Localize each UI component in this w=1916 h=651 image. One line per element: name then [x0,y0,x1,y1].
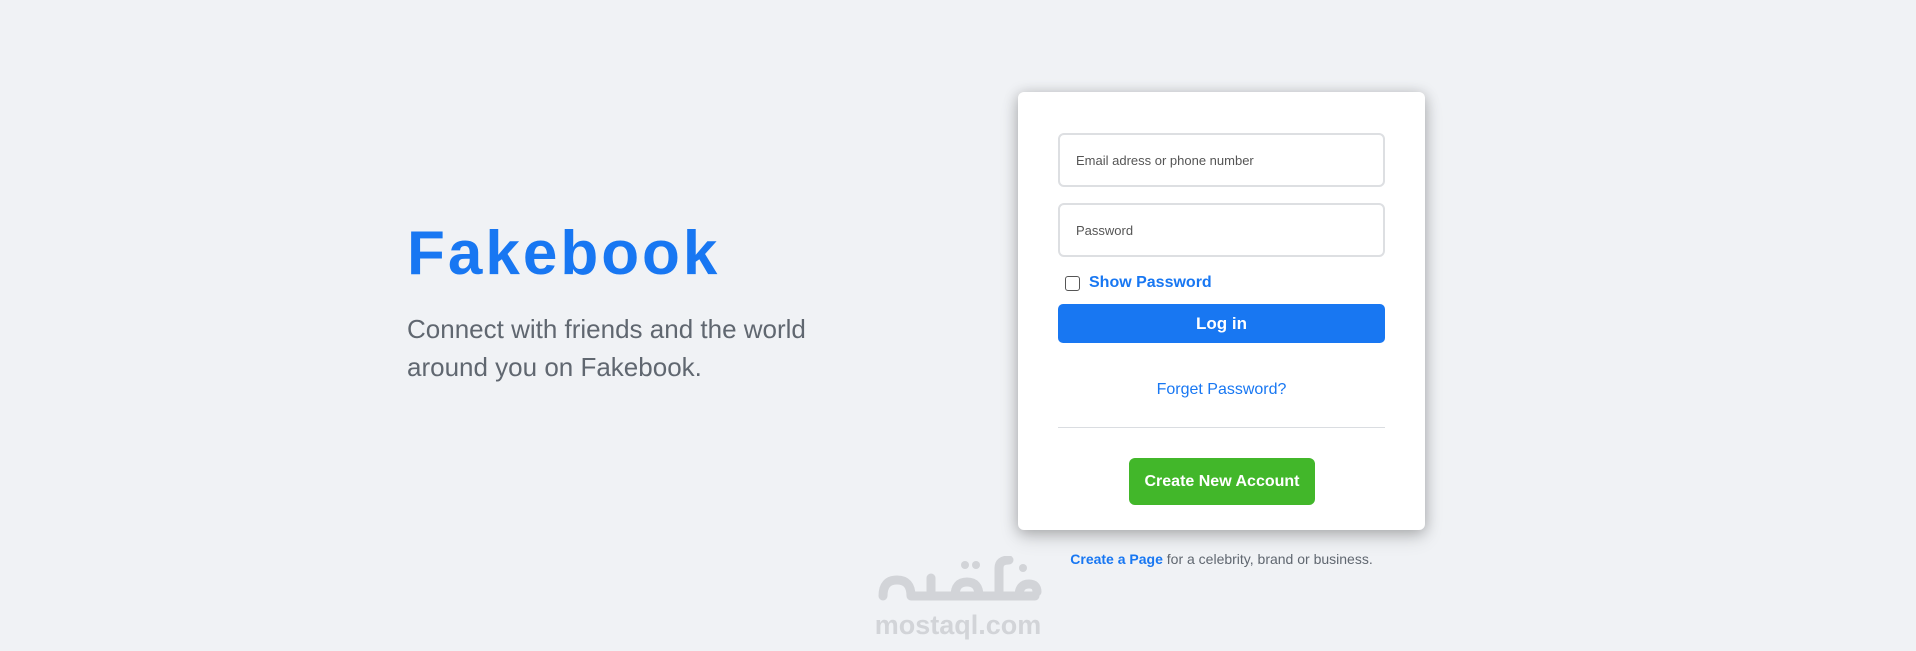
forgot-password-link[interactable]: Forget Password? [1058,381,1385,399]
tagline: Connect with friends and the world aroun… [407,314,806,382]
password-input[interactable] [1058,203,1385,257]
create-page-text: for a celebrity, brand or business. [1162,551,1373,567]
brand-title: Fakebook [407,219,721,288]
show-password-row: Show Password [1065,271,1212,295]
hero-section: Fakebook Connect with friends and the wo… [407,218,867,386]
mostaql-logo-icon [878,556,1042,601]
show-password-label[interactable]: Show Password [1089,274,1212,292]
login-button[interactable]: Log in [1058,304,1385,343]
create-page-line: Create a Page for a celebrity, brand or … [1018,551,1425,567]
show-password-checkbox[interactable] [1065,275,1080,291]
login-card: Show Password Log in Forget Password? Cr… [1018,92,1425,530]
divider [1058,427,1385,428]
watermark-text: mostaql.com [874,610,1042,640]
create-page-link[interactable]: Create a Page [1070,551,1163,567]
create-account-button[interactable]: Create New Account [1129,458,1315,505]
email-input[interactable] [1058,133,1385,187]
watermark: mostaql.com [872,556,1044,640]
